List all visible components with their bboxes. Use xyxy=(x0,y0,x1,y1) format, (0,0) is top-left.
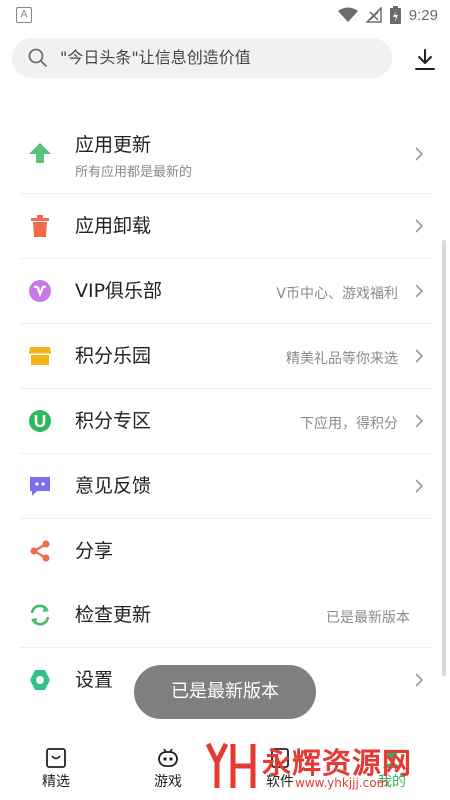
menu-item-points-zone[interactable]: 积分专区 下应用，得积分 xyxy=(20,389,432,454)
settings-menu: 应用更新 所有应用都是最新的 应用卸载 VIP俱乐部 V币中心、游戏福利 积分乐… xyxy=(20,115,432,712)
watermark-logo xyxy=(205,742,256,788)
menu-item-points-park[interactable]: 积分乐园 精美礼品等你来选 xyxy=(20,324,432,389)
menu-item-app-uninstall[interactable]: 应用卸载 xyxy=(20,194,432,259)
search-row: "今日头条"让信息创造价值 xyxy=(12,38,438,80)
menu-item-vip-club[interactable]: VIP俱乐部 V币中心、游戏福利 xyxy=(20,259,432,324)
menu-item-share[interactable]: 分享 xyxy=(20,519,432,583)
menu-item-hint: 已是最新版本 xyxy=(326,610,410,626)
watermark-url: www.yhkjjj.com xyxy=(295,776,389,790)
menu-item-label: 应用卸载 xyxy=(75,215,152,237)
featured-icon xyxy=(46,748,66,768)
tab-featured[interactable]: 精选 xyxy=(26,744,86,796)
search-input[interactable]: "今日头条"让信息创造价值 xyxy=(12,38,392,78)
chevron-right-icon xyxy=(415,349,424,363)
scrollbar[interactable] xyxy=(442,240,446,676)
search-placeholder: "今日头条"让信息创造价值 xyxy=(60,48,251,67)
store-icon xyxy=(29,347,51,365)
watermark: 永辉资源网 www.yhkjjj.com xyxy=(205,738,425,794)
menu-item-label: 应用更新 xyxy=(75,134,152,156)
chevron-right-icon xyxy=(415,479,424,493)
tab-label: 游戏 xyxy=(154,774,182,790)
toast-message: 已是最新版本 xyxy=(134,665,316,719)
chevron-right-icon xyxy=(415,219,424,233)
gamepad-icon xyxy=(158,748,178,767)
arrow-up-icon xyxy=(29,143,51,163)
share-icon xyxy=(30,540,50,562)
menu-item-subtitle: 所有应用都是最新的 xyxy=(75,165,193,180)
menu-item-hint: 精美礼品等你来选 xyxy=(286,351,398,367)
tab-label: 精选 xyxy=(42,774,70,790)
chevron-right-icon xyxy=(415,673,424,687)
feedback-icon xyxy=(30,477,50,496)
menu-item-label: 积分乐园 xyxy=(75,345,152,367)
menu-item-label: 意见反馈 xyxy=(75,475,152,497)
menu-item-hint: V币中心、游戏福利 xyxy=(276,286,398,302)
refresh-icon xyxy=(30,604,50,626)
battery-icon xyxy=(389,6,401,24)
menu-item-feedback[interactable]: 意见反馈 xyxy=(20,454,432,519)
trash-icon xyxy=(31,215,49,237)
notification-app-icon: A xyxy=(16,7,32,23)
tab-games[interactable]: 游戏 xyxy=(138,744,198,796)
vip-icon xyxy=(29,280,51,302)
menu-item-label: 分享 xyxy=(75,540,114,562)
menu-item-label: 设置 xyxy=(75,669,114,691)
menu-item-label: VIP俱乐部 xyxy=(75,280,163,302)
wifi-icon xyxy=(337,7,358,22)
menu-item-hint: 下应用，得积分 xyxy=(300,416,398,432)
status-bar: A 9:29 xyxy=(0,0,450,30)
menu-item-check-update[interactable]: 检查更新 已是最新版本 xyxy=(20,583,432,648)
menu-item-app-update[interactable]: 应用更新 所有应用都是最新的 xyxy=(20,115,432,194)
menu-item-label: 积分专区 xyxy=(75,410,152,432)
clock: 9:29 xyxy=(408,6,438,24)
u-badge-icon xyxy=(29,410,51,432)
chevron-right-icon xyxy=(415,147,424,161)
menu-item-label: 检查更新 xyxy=(75,604,152,626)
settings-icon xyxy=(30,670,50,690)
search-icon xyxy=(28,48,47,67)
chevron-right-icon xyxy=(415,414,424,428)
chevron-right-icon xyxy=(415,284,424,298)
download-icon[interactable] xyxy=(412,47,438,73)
status-icons: 9:29 xyxy=(337,5,438,25)
signal-icon xyxy=(365,7,382,23)
